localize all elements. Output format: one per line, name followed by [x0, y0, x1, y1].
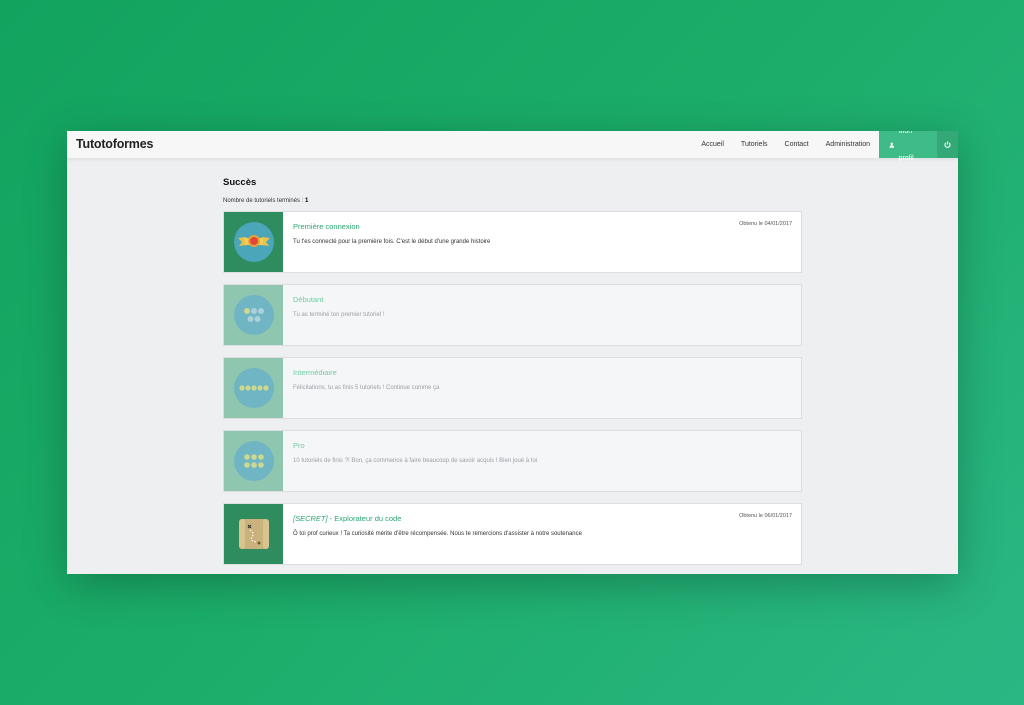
page-header: Succès Nombre de tutoriels terminés : 1 — [223, 177, 803, 204]
achievement-description: Tu as terminé ton premier tutoriel ! — [293, 312, 385, 318]
page-title: Succès — [223, 177, 257, 188]
achievement-description: 10 tutoriels de finis ?! Bon, ça commenc… — [293, 458, 538, 464]
achievement-title: Intermédiaire — [293, 368, 337, 377]
achievement-date: Obtenu le 06/01/2017 — [739, 513, 792, 519]
power-icon — [944, 141, 951, 148]
user-icon — [889, 142, 894, 148]
achievement-thumbnail — [224, 431, 283, 491]
nav-contact[interactable]: Contact — [776, 131, 817, 158]
achievement-thumbnail — [224, 504, 283, 564]
five-stars-icon — [233, 368, 274, 408]
nav-accueil[interactable]: Accueil — [693, 131, 733, 158]
three-stars-icon — [233, 295, 274, 335]
achievement-card: Pro 10 tutoriels de finis ?! Bon, ça com… — [223, 430, 802, 492]
achievement-title: [SECRET] - Explorateur du code — [293, 514, 791, 523]
nav-links: Accueil Tutoriels Contact Administration… — [693, 131, 958, 162]
tutorial-count: Nombre de tutoriels terminés : 1 — [223, 198, 803, 204]
achievement-card: [SECRET] - Explorateur du code Ô toi pro… — [223, 503, 802, 565]
count-label: Nombre de tutoriels terminés : — [223, 198, 304, 204]
ribbon-medal-icon — [233, 222, 274, 262]
achievement-card: Débutant Tu as terminé ton premier tutor… — [223, 284, 802, 346]
treasure-map-icon — [238, 519, 269, 549]
achievement-description: Ô toi prof curieux ! Ta curiosité mérite… — [293, 531, 582, 537]
achievement-description: Félicitations, tu as finis 5 tutoriels !… — [293, 385, 440, 391]
achievement-thumbnail — [224, 285, 283, 345]
nav-administration[interactable]: Administration — [817, 131, 879, 158]
achievement-card: Intermédiaire Félicitations, tu as finis… — [223, 357, 802, 419]
logout-button[interactable] — [937, 131, 958, 158]
brand-logo[interactable]: Tutotoformes — [76, 137, 153, 151]
app-window: Tutotoformes Accueil Tutoriels Contact A… — [67, 131, 958, 574]
achievement-thumbnail — [224, 358, 283, 418]
profile-button[interactable]: Mon profil — [879, 131, 937, 162]
achievement-title: Pro — [293, 441, 305, 450]
navbar: Tutotoformes Accueil Tutoriels Contact A… — [67, 131, 958, 162]
secret-tag: [SECRET] — [293, 514, 328, 523]
achievement-list: Première connexion Tu t'es connecté pour… — [223, 211, 802, 574]
achievement-title: Première connexion — [293, 222, 360, 231]
achievement-thumbnail — [224, 212, 283, 272]
six-stars-icon — [233, 441, 274, 481]
count-value: 1 — [305, 198, 309, 204]
nav-tutoriels[interactable]: Tutoriels — [732, 131, 776, 158]
achievement-card: Première connexion Tu t'es connecté pour… — [223, 211, 802, 273]
achievement-description: Tu t'es connecté pour la première fois. … — [293, 239, 491, 245]
achievement-title-text: - Explorateur du code — [327, 514, 402, 523]
profile-label: Mon profil — [898, 131, 914, 162]
achievement-date: Obtenu le 04/01/2017 — [739, 221, 792, 227]
achievement-title: Débutant — [293, 295, 324, 304]
